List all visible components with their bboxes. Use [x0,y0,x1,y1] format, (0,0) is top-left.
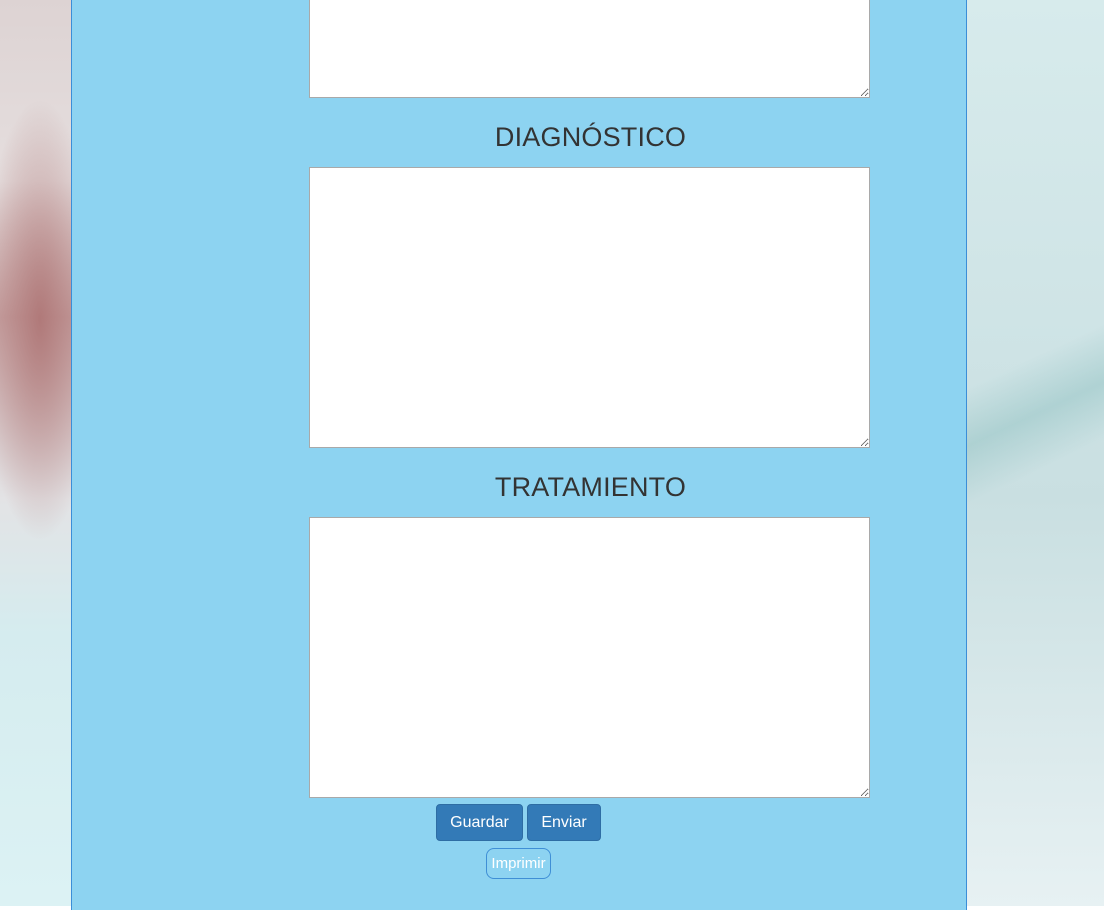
send-button[interactable]: Enviar [527,804,601,841]
save-button[interactable]: Guardar [436,804,523,841]
form-panel: DIAGNÓSTICO TRATAMIENTO [71,0,967,910]
diagnostico-heading: DIAGNÓSTICO [494,122,687,152]
background-image-left [0,0,71,906]
background-image-right [967,0,1104,906]
tratamiento-textarea[interactable] [309,517,870,798]
print-button[interactable]: Imprimir [486,848,551,879]
previous-field-textarea[interactable] [309,0,870,98]
tratamiento-heading: TRATAMIENTO [494,472,687,502]
diagnostico-textarea[interactable] [309,167,870,448]
